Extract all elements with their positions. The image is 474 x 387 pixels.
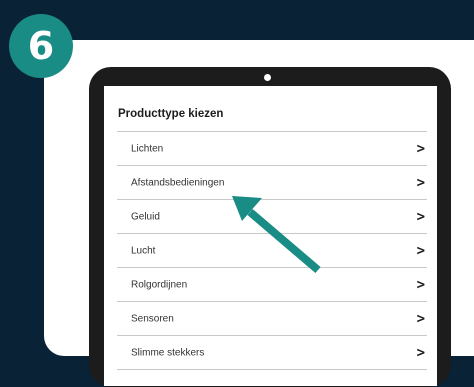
- list-item-label: Slimme stekkers: [131, 347, 205, 358]
- list-item-afstandsbedieningen[interactable]: Afstandsbedieningen >: [117, 166, 427, 200]
- list-item-slimme-stekkers[interactable]: Slimme stekkers >: [117, 336, 427, 370]
- list-item-label: Sensoren: [131, 313, 174, 324]
- step-badge: 6: [9, 14, 73, 78]
- chevron-right-icon: >: [416, 174, 425, 191]
- list-item-label: Geluid: [131, 211, 160, 222]
- chevron-right-icon: >: [416, 242, 425, 259]
- chevron-right-icon: >: [416, 208, 425, 225]
- page-title: Producttype kiezen: [118, 108, 224, 120]
- list-item-rolgordijnen[interactable]: Rolgordijnen >: [117, 268, 427, 302]
- list-item-label: Lucht: [131, 245, 156, 256]
- chevron-right-icon: >: [416, 344, 425, 361]
- list-item-geluid[interactable]: Geluid >: [117, 200, 427, 234]
- list-item-lucht[interactable]: Lucht >: [117, 234, 427, 268]
- camera-icon: [264, 74, 271, 81]
- product-type-list: Lichten > Afstandsbedieningen > Geluid >…: [117, 131, 427, 370]
- list-item-label: Rolgordijnen: [131, 279, 188, 290]
- list-item-label: Lichten: [131, 143, 164, 154]
- chevron-right-icon: >: [416, 310, 425, 327]
- tablet-screen: Producttype kiezen Lichten > Afstandsbed…: [104, 86, 437, 386]
- list-item-lichten[interactable]: Lichten >: [117, 132, 427, 166]
- tablet-device: Producttype kiezen Lichten > Afstandsbed…: [89, 67, 451, 387]
- list-item-sensoren[interactable]: Sensoren >: [117, 302, 427, 336]
- list-item-label: Afstandsbedieningen: [131, 177, 225, 188]
- chevron-right-icon: >: [416, 140, 425, 157]
- chevron-right-icon: >: [416, 276, 425, 293]
- step-number: 6: [27, 24, 55, 68]
